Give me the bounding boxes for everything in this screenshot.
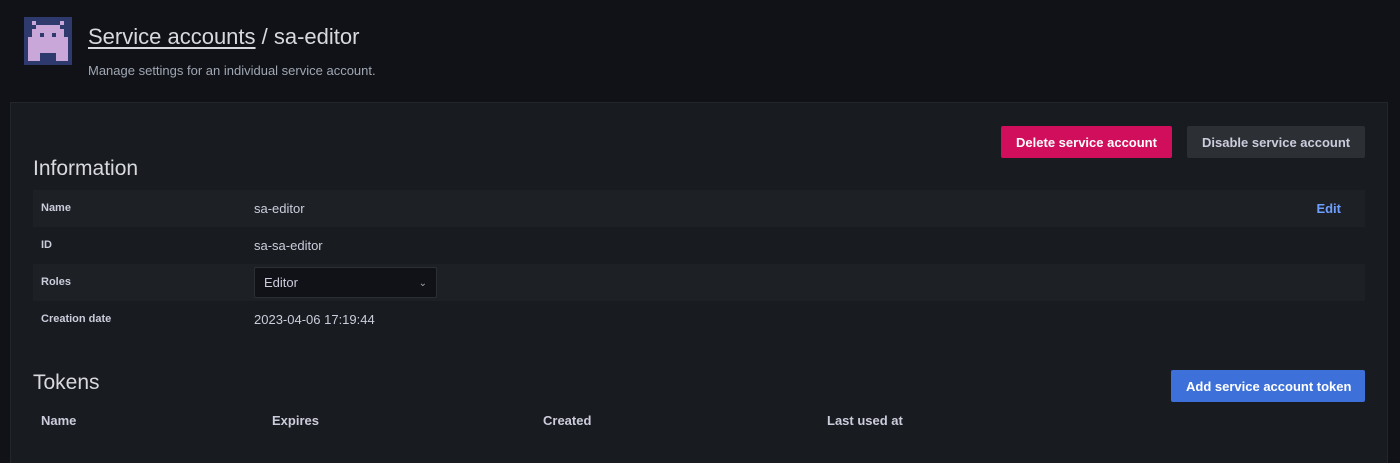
disable-service-account-button[interactable]: Disable service account [1187,126,1365,158]
page-title: Service accounts / sa-editor [88,24,359,50]
column-header-last-used: Last used at [827,413,903,428]
page-header: Service accounts / sa-editor Manage sett… [0,0,1400,102]
info-row-roles: Roles Editor ⌄ [33,264,1365,301]
information-table: Name sa-editor Edit ID sa-sa-editor Role… [33,190,1365,338]
tokens-table-header: Name Expires Created Last used at [33,413,1365,433]
breadcrumb-service-accounts-link[interactable]: Service accounts [88,24,256,49]
delete-service-account-button[interactable]: Delete service account [1001,126,1172,158]
column-header-expires: Expires [272,413,319,428]
column-header-created: Created [543,413,592,428]
tokens-heading: Tokens [33,371,100,394]
identicon-avatar-icon [24,17,72,65]
service-account-panel: Delete service account Disable service a… [10,102,1388,463]
edit-name-button[interactable]: Edit [1316,201,1341,216]
breadcrumb-current: sa-editor [273,24,360,49]
info-row-name: Name sa-editor Edit [33,190,1365,227]
chevron-down-icon: ⌄ [418,278,427,289]
info-label: Roles [41,276,71,288]
info-label: ID [41,239,52,251]
info-row-id: ID sa-sa-editor [33,227,1365,264]
info-row-creation-date: Creation date 2023-04-06 17:19:44 [33,301,1365,338]
info-value: 2023-04-06 17:19:44 [254,312,375,327]
info-label: Name [41,202,71,214]
info-label: Creation date [41,313,112,325]
role-select-value: Editor [264,275,298,290]
info-value: sa-editor [254,201,305,216]
info-value: sa-sa-editor [254,238,323,253]
information-heading: Information [33,157,139,180]
page-subtitle: Manage settings for an individual servic… [88,63,376,78]
breadcrumb-separator: / [255,24,274,49]
column-header-name: Name [41,413,77,428]
role-select[interactable]: Editor ⌄ [254,267,437,298]
add-service-account-token-button[interactable]: Add service account token [1171,370,1365,402]
